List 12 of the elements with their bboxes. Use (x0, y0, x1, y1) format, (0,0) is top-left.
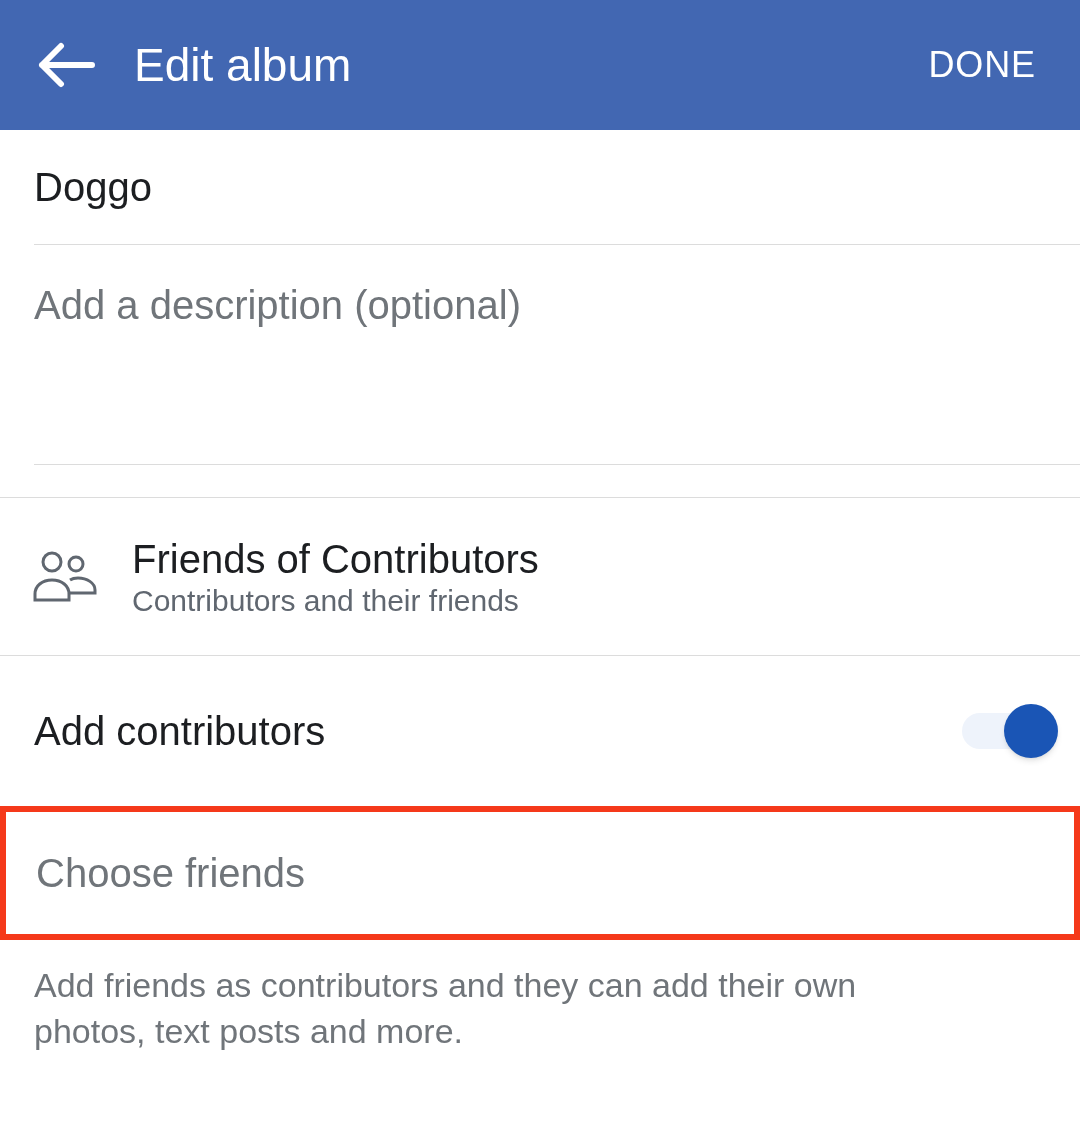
audience-row[interactable]: Friends of Contributors Contributors and their friends (0, 498, 1080, 656)
done-button[interactable]: DONE (928, 38, 1036, 92)
add-contributors-label: Add contributors (34, 708, 326, 755)
audience-title: Friends of Contributors (132, 535, 539, 583)
choose-friends-field[interactable]: Choose friends (0, 806, 1080, 940)
album-name-field[interactable]: Doggo (34, 157, 1080, 217)
back-arrow-icon (37, 42, 95, 88)
audience-subtitle: Contributors and their friends (132, 582, 520, 619)
help-text: Add friends as contributors and they can add their own photos, text posts and more. (33, 965, 858, 1052)
description-field[interactable]: Add a description (optional) (34, 275, 1080, 335)
people-icon (32, 549, 98, 604)
screen-title: Edit album (134, 37, 352, 93)
